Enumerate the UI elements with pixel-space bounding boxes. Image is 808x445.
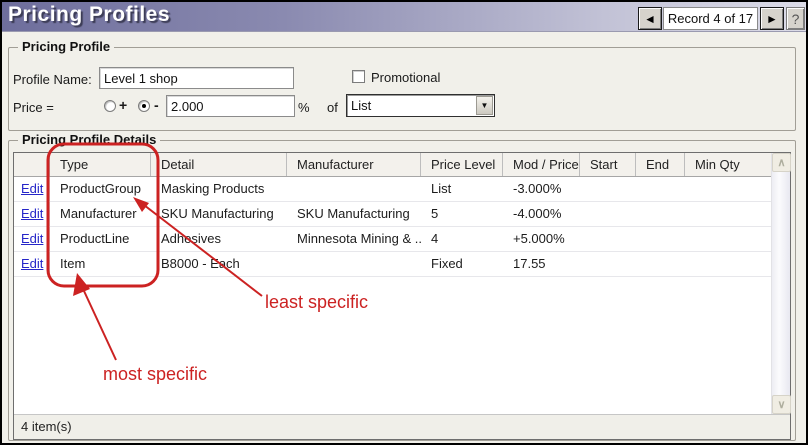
cell-detail: SKU Manufacturing xyxy=(151,202,287,226)
cell-type: Item xyxy=(50,252,151,276)
column-header-end: End xyxy=(636,153,685,176)
pricing-profiles-window: Pricing Profiles ◄ Record 4 of 17 ► ? Pr… xyxy=(0,0,808,445)
cell-mod-price: +5.000% xyxy=(503,227,580,251)
cell-manufacturer: SKU Manufacturing xyxy=(287,202,421,226)
cell-end xyxy=(636,252,685,276)
cell-end xyxy=(636,177,685,201)
price-of-selected-value: List xyxy=(351,98,371,113)
cell-mod-price: -3.000% xyxy=(503,177,580,201)
cell-min-qty xyxy=(685,227,771,251)
details-table: Type Detail Manufacturer Price Level Mod… xyxy=(13,152,791,440)
edit-link[interactable]: Edit xyxy=(21,181,43,196)
edit-link[interactable]: Edit xyxy=(21,206,43,221)
minus-label: - xyxy=(154,97,159,113)
table-header-row: Type Detail Manufacturer Price Level Mod… xyxy=(14,153,771,177)
least-specific-annotation: least specific xyxy=(265,292,368,313)
cell-price-level: 5 xyxy=(421,202,503,226)
chevron-down-icon: ▼ xyxy=(481,101,489,110)
cell-min-qty xyxy=(685,177,771,201)
chevron-down-icon: ∨ xyxy=(777,398,785,411)
cell-mod-price: -4.000% xyxy=(503,202,580,226)
percent-label: % xyxy=(298,100,310,115)
table-row: Edit Item B8000 - Each Fixed 17.55 xyxy=(14,252,771,277)
next-record-icon: ► xyxy=(766,12,778,26)
column-header-edit xyxy=(14,153,50,176)
cell-price-level: List xyxy=(421,177,503,201)
price-minus-radio[interactable] xyxy=(138,100,150,112)
promotional-checkbox[interactable] xyxy=(352,70,365,83)
of-label: of xyxy=(327,100,338,115)
cell-start xyxy=(580,202,636,226)
pricing-profile-legend: Pricing Profile xyxy=(18,39,114,54)
cell-min-qty xyxy=(685,252,771,276)
cell-detail: Masking Products xyxy=(151,177,287,201)
cell-manufacturer: Minnesota Mining & ... xyxy=(287,227,421,251)
profile-name-input[interactable]: Level 1 shop xyxy=(99,67,294,89)
cell-type: Manufacturer xyxy=(50,202,151,226)
cell-start xyxy=(580,227,636,251)
plus-label: + xyxy=(119,97,127,113)
table-scrollbar[interactable]: ∧ ∨ xyxy=(771,153,790,414)
cell-type: ProductLine xyxy=(50,227,151,251)
price-plus-radio[interactable] xyxy=(104,100,116,112)
cell-detail: B8000 - Each xyxy=(151,252,287,276)
previous-record-icon: ◄ xyxy=(644,12,656,26)
cell-type: ProductGroup xyxy=(50,177,151,201)
column-header-detail: Detail xyxy=(151,153,287,176)
price-equals-label: Price = xyxy=(13,100,54,115)
cell-price-level: Fixed xyxy=(421,252,503,276)
cell-manufacturer xyxy=(287,252,421,276)
cell-start xyxy=(580,177,636,201)
cell-manufacturer xyxy=(287,177,421,201)
next-record-button[interactable]: ► xyxy=(760,7,784,30)
chevron-up-icon: ∧ xyxy=(777,156,785,169)
cell-detail: Adhesives xyxy=(151,227,287,251)
edit-link[interactable]: Edit xyxy=(21,231,43,246)
cell-end xyxy=(636,202,685,226)
price-percent-input[interactable]: 2.000 xyxy=(166,95,295,117)
price-of-select[interactable]: List ▼ xyxy=(346,94,495,117)
page-title: Pricing Profiles xyxy=(8,3,170,27)
dropdown-button[interactable]: ▼ xyxy=(476,96,493,115)
profile-name-label: Profile Name: xyxy=(13,72,92,87)
help-icon: ? xyxy=(792,11,800,27)
scroll-up-button[interactable]: ∧ xyxy=(772,153,791,172)
cell-end xyxy=(636,227,685,251)
status-bar: 4 item(s) xyxy=(14,414,790,439)
record-counter: Record 4 of 17 xyxy=(663,7,758,30)
cell-start xyxy=(580,252,636,276)
column-header-min-qty: Min Qty xyxy=(685,153,771,176)
cell-price-level: 4 xyxy=(421,227,503,251)
edit-link[interactable]: Edit xyxy=(21,256,43,271)
previous-record-button[interactable]: ◄ xyxy=(638,7,662,30)
cell-min-qty xyxy=(685,202,771,226)
promotional-label: Promotional xyxy=(371,70,440,85)
column-header-start: Start xyxy=(580,153,636,176)
cell-mod-price: 17.55 xyxy=(503,252,580,276)
column-header-manufacturer: Manufacturer xyxy=(287,153,421,176)
column-header-type: Type xyxy=(50,153,151,176)
pricing-profile-groupbox xyxy=(8,47,796,131)
pricing-profile-details-legend: Pricing Profile Details xyxy=(18,132,160,147)
column-header-mod-price: Mod / Price xyxy=(503,153,580,176)
most-specific-annotation: most specific xyxy=(103,364,207,385)
help-button[interactable]: ? xyxy=(786,7,805,30)
table-row: Edit ProductLine Adhesives Minnesota Min… xyxy=(14,227,771,252)
column-header-price-level: Price Level xyxy=(421,153,503,176)
table-row: Edit Manufacturer SKU Manufacturing SKU … xyxy=(14,202,771,227)
table-row: Edit ProductGroup Masking Products List … xyxy=(14,177,771,202)
scroll-down-button[interactable]: ∨ xyxy=(772,395,791,414)
